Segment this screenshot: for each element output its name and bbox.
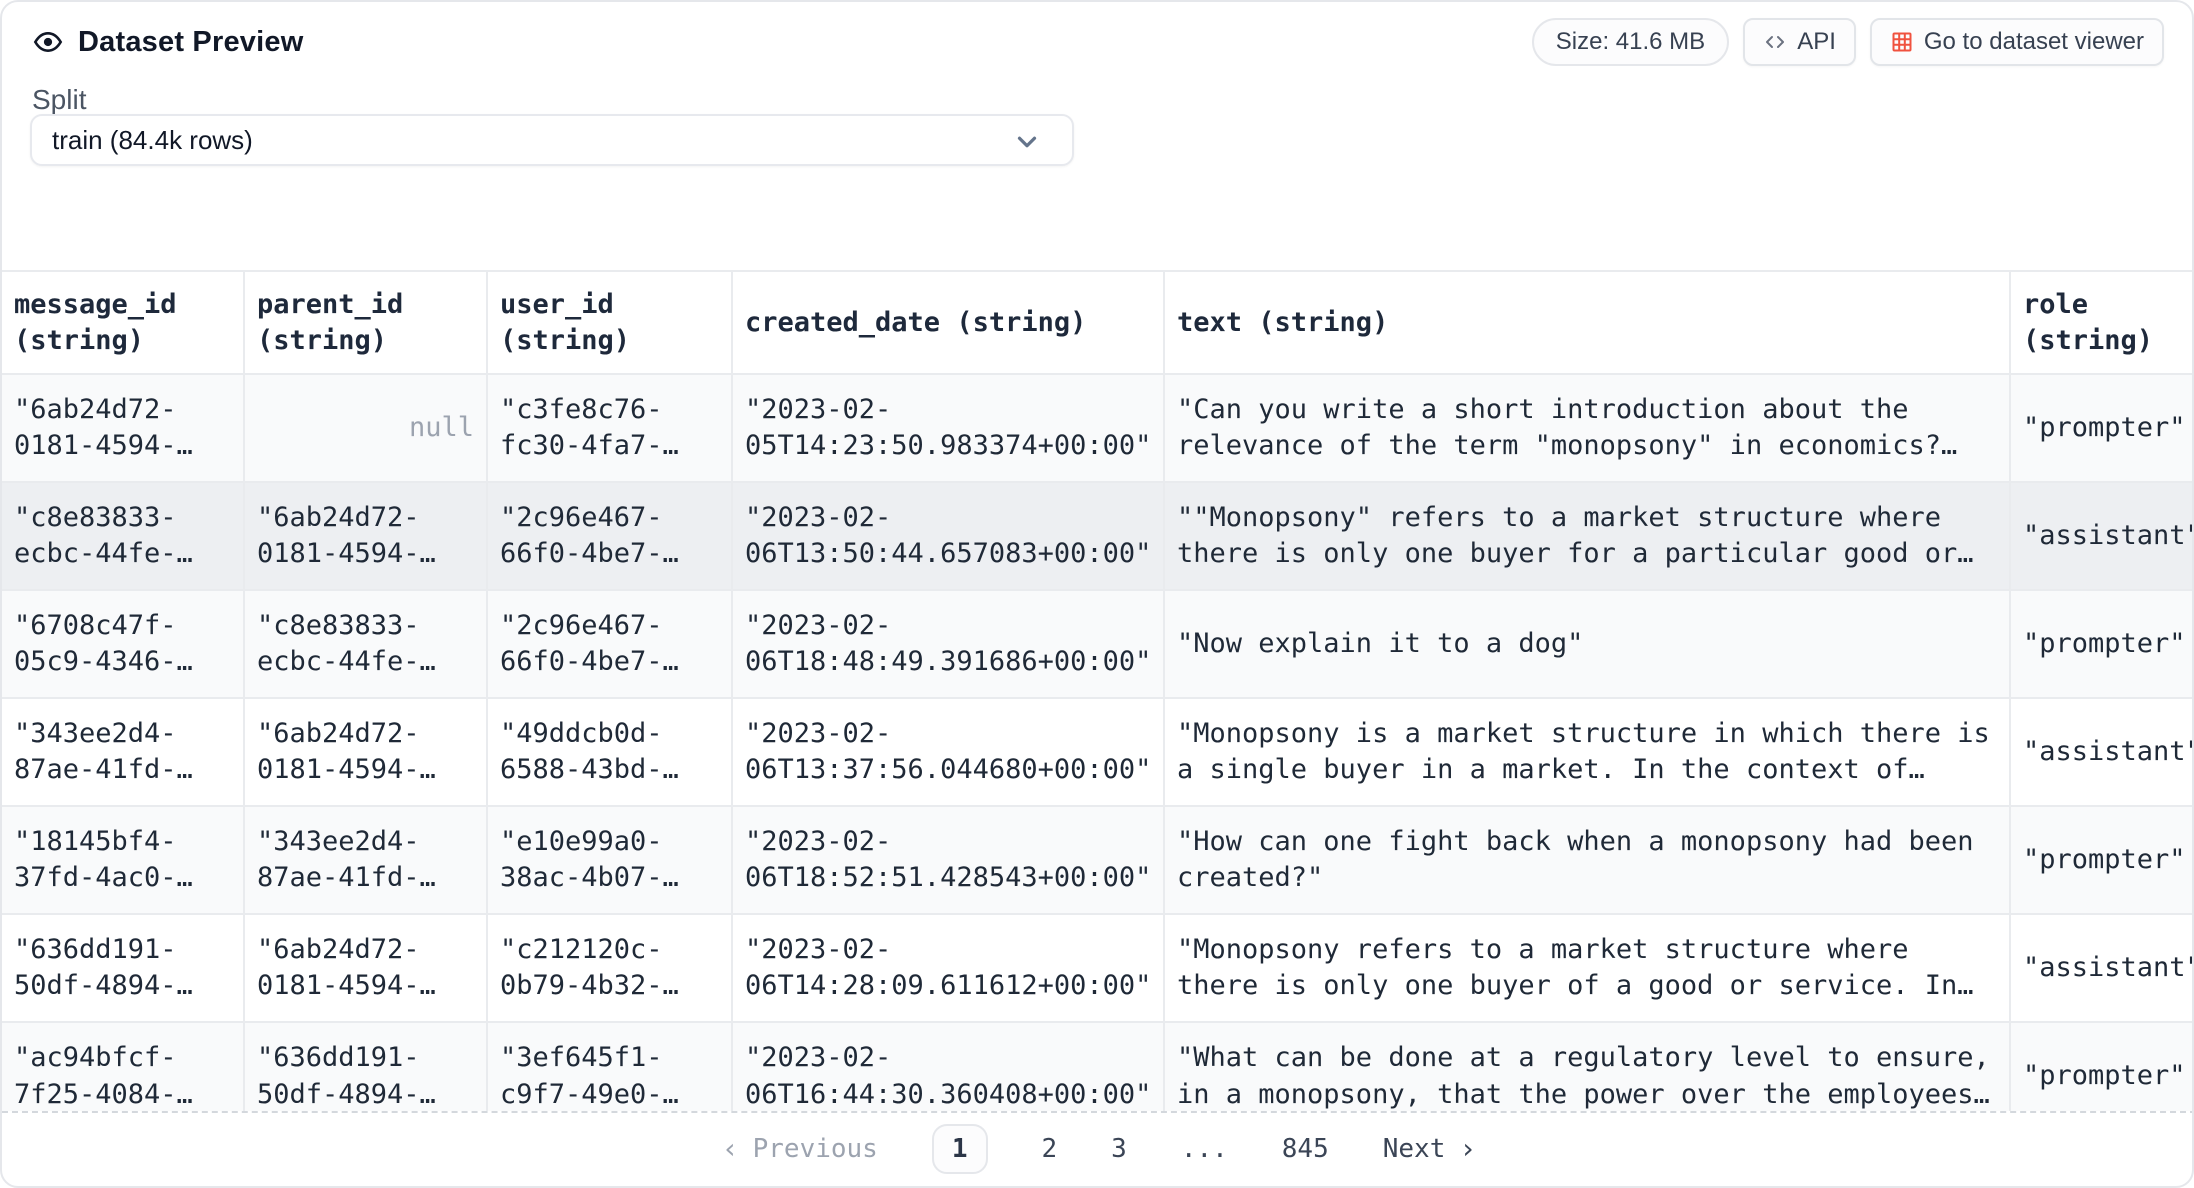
api-button-label: API [1797,28,1836,56]
table-scroll-area: message_id (string)parent_id (string)use… [2,270,2194,1113]
cell-created_date: "2023-02-06T16:44:30.360408+00:00" [732,1022,1164,1113]
topbar: Dataset Preview Size: 41.6 MB API [32,18,2164,66]
cell-created_date: "2023-02-06T14:28:09.611612+00:00" [732,914,1164,1022]
table-row: "ac94bfcf-7f25-4084-…"636dd191-50df-4894… [2,1022,2194,1113]
table-row: "343ee2d4-87ae-41fd-…"6ab24d72-0181-4594… [2,698,2194,806]
cell-user_id: "c212120c-0b79-4b32-… [487,914,732,1022]
cell-parent_id: null [244,374,487,482]
cell-role: "prompter" [2010,374,2194,482]
cell-role: "prompter" [2010,806,2194,914]
column-header-text: text (string) [1164,271,2010,374]
next-page-button[interactable]: Next › [1383,1132,1476,1165]
cell-text: "Monopsony refers to a market structure … [1164,914,2010,1022]
preview-table: message_id (string)parent_id (string)use… [2,270,2194,1113]
page-button-1[interactable]: 1 [932,1124,988,1174]
page-button-3[interactable]: 3 [1111,1134,1127,1164]
table-row: "636dd191-50df-4894-…"6ab24d72-0181-4594… [2,914,2194,1022]
cell-parent_id: "6ab24d72-0181-4594-… [244,482,487,590]
cell-created_date: "2023-02-05T14:23:50.983374+00:00" [732,374,1164,482]
chevron-left-icon: ‹ [722,1132,739,1165]
chevron-down-icon [1012,127,1042,164]
split-selected-value: train (84.4k rows) [52,125,253,156]
go-to-dataset-viewer-button[interactable]: Go to dataset viewer [1870,18,2164,66]
cell-message_id: "c8e83833-ecbc-44fe-… [2,482,244,590]
cell-parent_id: "6ab24d72-0181-4594-… [244,698,487,806]
size-badge: Size: 41.6 MB [1532,18,1729,66]
column-header-user_id: user_id (string) [487,271,732,374]
cell-role: "assistant" [2010,698,2194,806]
cell-user_id: "49ddcb0d-6588-43bd-… [487,698,732,806]
previous-page-button[interactable]: ‹ Previous [722,1132,878,1165]
cell-text: "How can one fight back when a monopsony… [1164,806,2010,914]
cell-text: "Now explain it to a dog" [1164,590,2010,698]
table-row: "c8e83833-ecbc-44fe-…"6ab24d72-0181-4594… [2,482,2194,590]
cell-created_date: "2023-02-06T18:52:51.428543+00:00" [732,806,1164,914]
cell-parent_id: "343ee2d4-87ae-41fd-… [244,806,487,914]
cell-role: "prompter" [2010,1022,2194,1113]
eye-icon [32,26,64,58]
cell-parent_id: "636dd191-50df-4894-… [244,1022,487,1113]
page-title: Dataset Preview [78,26,303,59]
cell-text: ""Monopsony" refers to a market structur… [1164,482,2010,590]
page-button-845[interactable]: 845 [1282,1134,1329,1164]
cell-text: "Can you write a short introduction abou… [1164,374,2010,482]
column-header-created_date: created_date (string) [732,271,1164,374]
column-header-message_id: message_id (string) [2,271,244,374]
dataset-preview-card: Dataset Preview Size: 41.6 MB API [0,0,2194,1188]
cell-text: "Monopsony is a market structure in whic… [1164,698,2010,806]
cell-user_id: "3ef645f1-c9f7-49e0-… [487,1022,732,1113]
previous-label: Previous [753,1134,878,1164]
table-row: "6708c47f-05c9-4346-…"c8e83833-ecbc-44fe… [2,590,2194,698]
cell-user_id: "c3fe8c76-fc30-4fa7-… [487,374,732,482]
cell-message_id: "6ab24d72-0181-4594-… [2,374,244,482]
cell-created_date: "2023-02-06T13:50:44.657083+00:00" [732,482,1164,590]
column-header-role: role (string) [2010,271,2194,374]
cell-user_id: "e10e99a0-38ac-4b07-… [487,806,732,914]
page-ellipsis: ... [1181,1134,1228,1164]
cell-role: "assistant" [2010,914,2194,1022]
cell-parent_id: "6ab24d72-0181-4594-… [244,914,487,1022]
cell-message_id: "18145bf4-37fd-4ac0-… [2,806,244,914]
cell-message_id: "636dd191-50df-4894-… [2,914,244,1022]
cell-message_id: "343ee2d4-87ae-41fd-… [2,698,244,806]
table-row: "6ab24d72-0181-4594-…null"c3fe8c76-fc30-… [2,374,2194,482]
cell-message_id: "6708c47f-05c9-4346-… [2,590,244,698]
cell-created_date: "2023-02-06T13:37:56.044680+00:00" [732,698,1164,806]
chevron-right-icon: › [1459,1132,1476,1165]
api-button[interactable]: API [1743,18,1856,66]
page-button-2[interactable]: 2 [1042,1134,1058,1164]
title-wrap: Dataset Preview [32,26,303,59]
grid-icon [1890,30,1914,54]
cell-user_id: "2c96e467-66f0-4be7-… [487,482,732,590]
next-label: Next [1383,1134,1446,1164]
pagination: ‹ Previous 1 2 3... 845 Next › [2,1111,2194,1186]
split-select[interactable]: train (84.4k rows) [30,114,1074,166]
cell-role: "prompter" [2010,590,2194,698]
cell-created_date: "2023-02-06T18:48:49.391686+00:00" [732,590,1164,698]
header-actions: Size: 41.6 MB API Go to dataset [1532,18,2164,66]
cell-user_id: "2c96e467-66f0-4be7-… [487,590,732,698]
column-header-parent_id: parent_id (string) [244,271,487,374]
split-label: Split [32,84,86,116]
cell-text: "What can be done at a regulatory level … [1164,1022,2010,1113]
code-icon [1763,30,1787,54]
viewer-button-label: Go to dataset viewer [1924,28,2144,56]
table-body: "6ab24d72-0181-4594-…null"c3fe8c76-fc30-… [2,374,2194,1113]
cell-role: "assistant" [2010,482,2194,590]
table-head: message_id (string)parent_id (string)use… [2,271,2194,374]
header-row: message_id (string)parent_id (string)use… [2,271,2194,374]
cell-parent_id: "c8e83833-ecbc-44fe-… [244,590,487,698]
cell-message_id: "ac94bfcf-7f25-4084-… [2,1022,244,1113]
table-row: "18145bf4-37fd-4ac0-…"343ee2d4-87ae-41fd… [2,806,2194,914]
